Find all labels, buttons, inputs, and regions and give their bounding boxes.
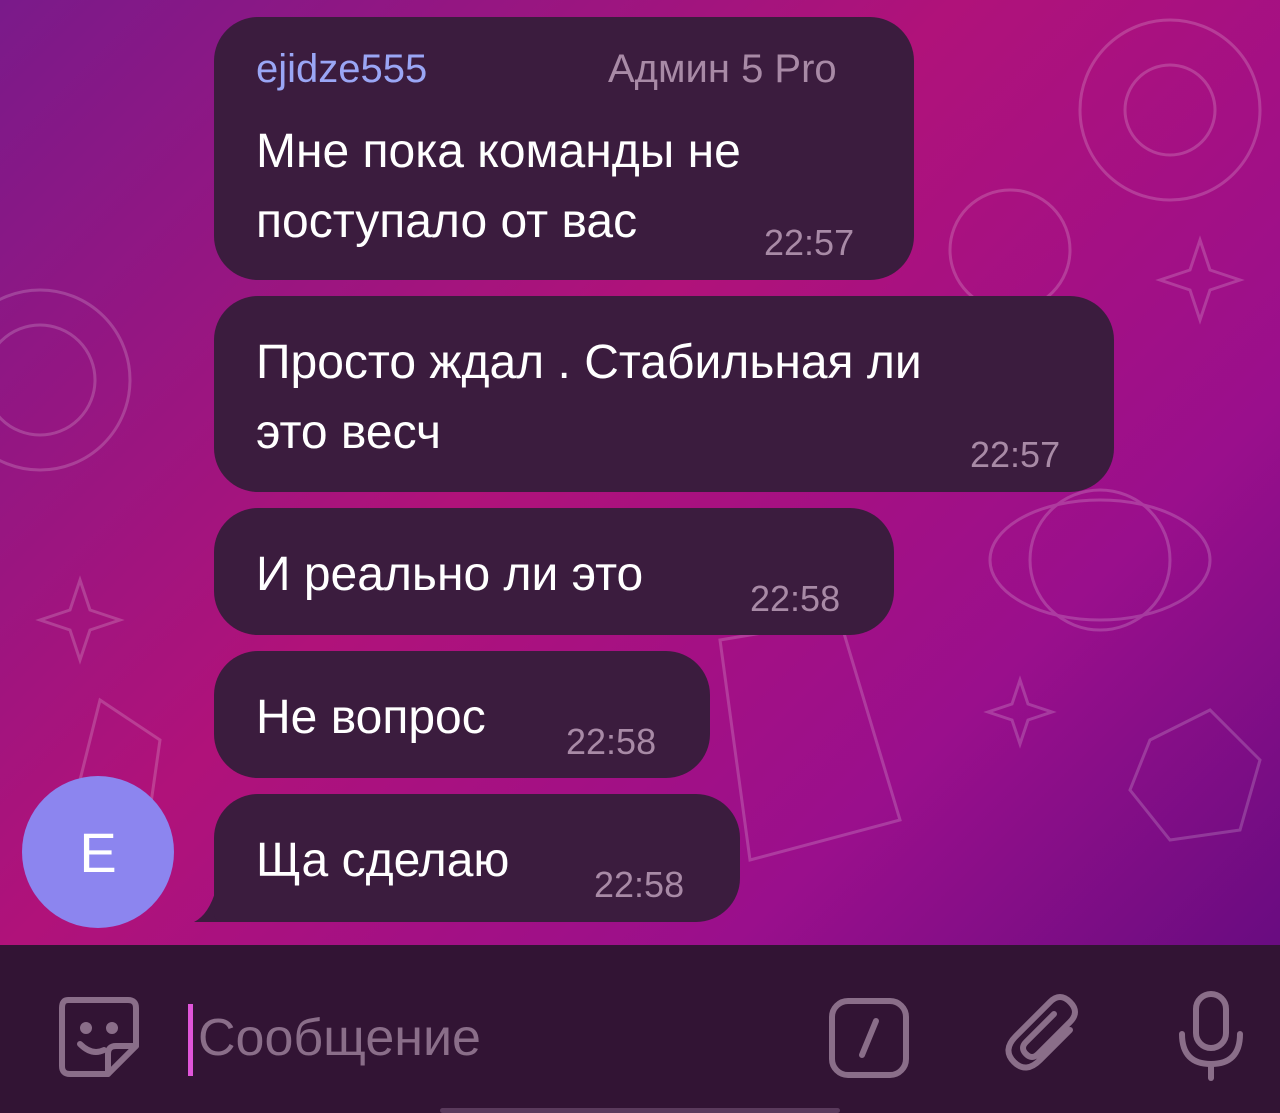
message-time: 22:57 [764, 222, 855, 263]
message-text-line: это весч [256, 406, 442, 459]
message-text-line: Не вопрос [256, 691, 486, 744]
message-text-line: Мне пока команды не [256, 125, 741, 178]
text-caret [188, 1004, 193, 1076]
admin-badge: Админ 5 Pro [608, 47, 837, 91]
message-time: 22:58 [594, 864, 685, 905]
message-time: 22:58 [566, 721, 657, 762]
bot-commands-icon[interactable] [826, 995, 912, 1081]
message-text-line: поступало от вас [256, 195, 638, 248]
microphone-icon[interactable] [1176, 990, 1246, 1082]
message-bubble[interactable]: И реально ли это 22:58 [214, 508, 894, 635]
message-text-line: И реально ли это [256, 548, 644, 601]
message-bubble[interactable]: Не вопрос 22:58 [214, 651, 710, 778]
message-input[interactable]: Сообщение [198, 1008, 481, 1068]
message-text-line: Ща сделаю [256, 834, 510, 887]
message-bubble[interactable]: ejidze555 Админ 5 Pro Мне пока команды н… [214, 17, 914, 280]
home-indicator[interactable] [440, 1108, 840, 1113]
paperclip-icon[interactable] [1000, 992, 1090, 1082]
sender-name[interactable]: ejidze555 [256, 47, 427, 92]
message-bubble[interactable]: Ща сделаю 22:58 [214, 794, 740, 922]
avatar[interactable]: E [22, 776, 174, 928]
message-bubble[interactable]: Просто ждал . Стабильная ли это весч 22:… [214, 296, 1114, 492]
message-text-line: Просто ждал . Стабильная ли [256, 336, 922, 389]
message-time: 22:57 [970, 434, 1061, 475]
sticker-emoji-icon[interactable] [52, 990, 144, 1082]
message-time: 22:58 [750, 578, 841, 619]
